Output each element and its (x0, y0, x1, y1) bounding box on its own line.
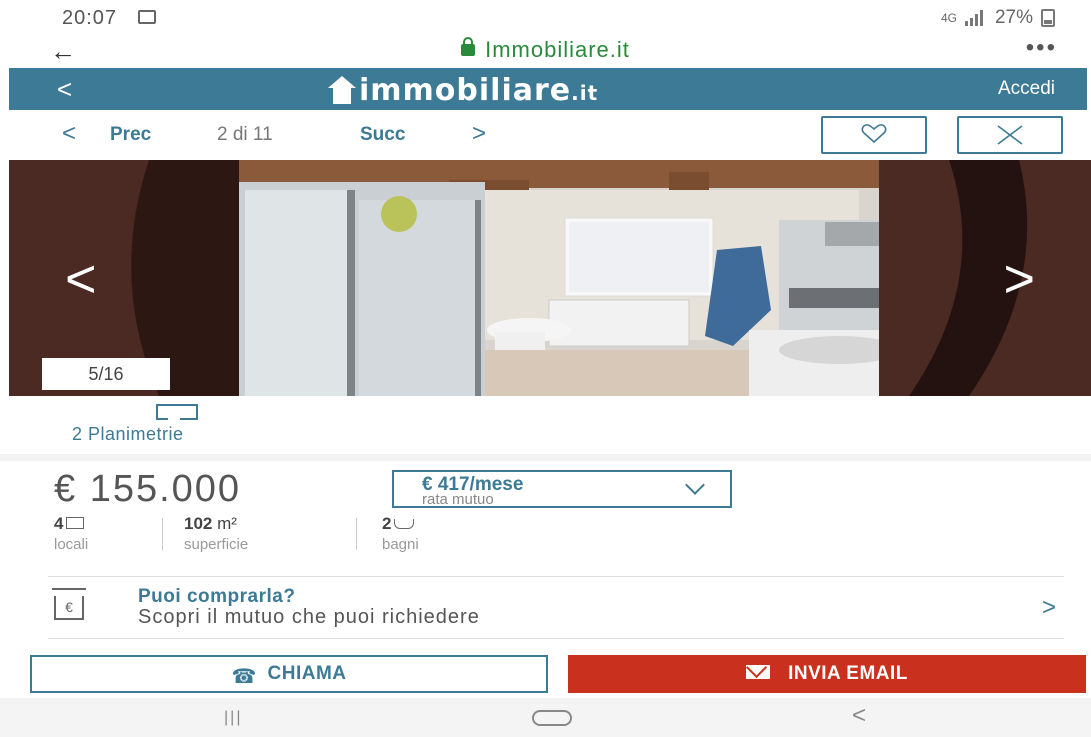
rooms-value: 4 (54, 514, 64, 533)
mail-icon (746, 665, 771, 679)
browser-menu-icon[interactable]: ••• (1026, 34, 1057, 62)
next-chevron-icon[interactable]: > (472, 120, 486, 148)
status-time: 20:07 (62, 7, 118, 29)
listing-counter: 2 di 11 (217, 124, 273, 145)
battery-percentage: 27% (994, 7, 1033, 28)
status-indicators: 4G 27% (941, 7, 1055, 29)
bathrooms-value: 2 (382, 514, 392, 533)
separator-line (48, 576, 1064, 577)
status-bar: 20:07 4G 27% (0, 0, 1091, 34)
back-icon[interactable]: < (852, 702, 866, 730)
feature-rooms: 4 locali (54, 514, 88, 553)
prev-listing-link[interactable]: Prec (110, 124, 151, 146)
signal-icon (964, 10, 987, 26)
logo-text: immobiliare (359, 73, 572, 108)
euro-house-icon: € (52, 588, 86, 620)
listing-photo[interactable]: < > 5/16 (9, 160, 1091, 396)
close-icon (997, 125, 1023, 145)
send-email-button[interactable]: INVIA EMAIL (568, 655, 1086, 693)
mortgage-dropdown[interactable]: € 417/mese rata mutuo (392, 470, 732, 508)
listing-navigation: < Prec 2 di 11 Succ > (0, 112, 1091, 158)
listing-price: € 155.000 (54, 468, 242, 510)
url-bar[interactable]: Immobiliare.it (0, 37, 1091, 63)
feature-separator (162, 518, 163, 550)
feature-separator (356, 518, 357, 550)
call-label: CHIAMA (267, 663, 347, 684)
promo-subtitle: Scopri il mutuo che puoi richiedere (138, 606, 480, 628)
header-back-icon[interactable]: < (57, 74, 72, 105)
login-link[interactable]: Accedi (998, 78, 1055, 100)
promo-title: Puoi comprarla? (138, 586, 296, 607)
image-notification-icon (138, 10, 156, 24)
floorplans-link[interactable]: 2 Planimetrie (72, 402, 312, 446)
area-value: 102 (184, 514, 213, 533)
photo-next-icon[interactable]: > (1003, 252, 1035, 306)
system-navigation-bar: ||| < (0, 698, 1091, 737)
email-label: INVIA EMAIL (788, 663, 908, 684)
floorplans-label: 2 Planimetrie (72, 424, 184, 444)
recents-icon[interactable]: ||| (224, 709, 242, 727)
area-unit: m² (217, 514, 237, 533)
battery-icon (1041, 9, 1055, 27)
rooms-label: locali (54, 536, 89, 553)
logo-house-icon (327, 76, 357, 104)
next-listing-link[interactable]: Succ (360, 124, 405, 146)
heart-icon (861, 124, 887, 144)
site-header: < immobiliare.it Accedi (9, 68, 1087, 110)
favorite-button[interactable] (821, 116, 927, 154)
photo-prev-icon[interactable]: < (65, 252, 97, 306)
close-listing-button[interactable] (957, 116, 1063, 154)
chevron-down-icon (685, 475, 705, 495)
photo-counter: 5/16 (42, 358, 170, 390)
bathroom-photo (9, 160, 1091, 396)
network-type: 4G (940, 11, 957, 25)
feature-area: 102 m² superficie (184, 514, 248, 553)
feature-bathrooms: 2 bagni (382, 514, 419, 553)
call-button[interactable]: CHIAMA (30, 655, 548, 694)
site-logo[interactable]: immobiliare.it (327, 73, 598, 108)
separator-line (48, 638, 1064, 639)
mortgage-promo[interactable]: € Puoi comprarla? Scopri il mutuo che pu… (48, 580, 1064, 636)
home-icon[interactable] (532, 710, 572, 726)
browser-bar: ← Immobiliare.it ••• (0, 34, 1091, 68)
rooms-icon (66, 517, 85, 529)
lock-icon (461, 37, 476, 56)
url-text: Immobiliare.it (485, 37, 630, 62)
bathtub-icon (394, 519, 415, 529)
mortgage-label: rata mutuo (422, 491, 494, 508)
floorplan-icon (156, 404, 198, 420)
section-divider (0, 454, 1091, 461)
bathrooms-label: bagni (382, 536, 419, 553)
phone-icon (232, 660, 257, 694)
chevron-right-icon: > (1041, 594, 1056, 621)
prev-chevron-icon[interactable]: < (62, 120, 76, 148)
area-label: superficie (184, 536, 249, 553)
logo-tld: .it (571, 81, 599, 105)
